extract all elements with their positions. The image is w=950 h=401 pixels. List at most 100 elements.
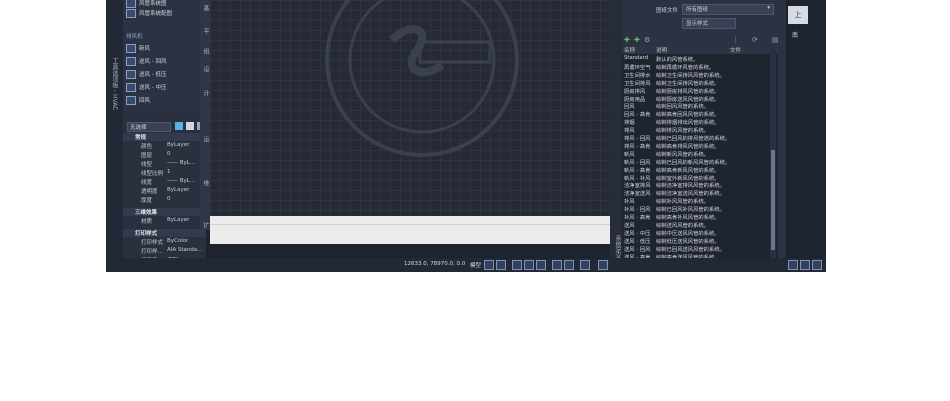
property-row[interactable]: 线型 —— ByL... bbox=[123, 160, 206, 169]
model-space-button[interactable]: 模型 bbox=[470, 261, 481, 269]
add-icon[interactable]: ✚ bbox=[624, 36, 630, 44]
palette-item-fan-1[interactable]: 送风 - 回风 bbox=[126, 57, 166, 67]
table-row[interactable]: 补风 - 回风 绘制已回风补风风管的系统。 bbox=[622, 205, 772, 213]
panel-title-strip[interactable]: 系统定义 bbox=[610, 0, 622, 272]
osnap-icon[interactable] bbox=[536, 260, 546, 270]
system-name: 卫生间排水 bbox=[624, 72, 651, 79]
panel-vertical-title: 系统定义 bbox=[614, 235, 621, 259]
gear-icon[interactable]: ⚙ bbox=[644, 36, 650, 44]
table-row[interactable]: 补风 - 高肯 绘制高肯补风风管的系统。 bbox=[622, 213, 772, 221]
table-row[interactable]: 送风 - 回风 绘制已回风送风风管的系统。 bbox=[622, 245, 772, 253]
palette-title-strip[interactable]: 工具选项板 - HVAC bbox=[106, 0, 123, 272]
system-name: 补风 - 高肯 bbox=[624, 215, 651, 221]
quick-select-icon[interactable] bbox=[175, 122, 183, 130]
coordinates-readout[interactable]: 12633.0, 78970.0, 0.0 bbox=[404, 261, 465, 267]
transparency-icon[interactable] bbox=[580, 260, 590, 270]
palette-item-duct-system[interactable]: 风管系统图 bbox=[126, 0, 167, 9]
palette-item-fan-3[interactable]: 送风 - 中压 bbox=[126, 83, 166, 93]
polar-icon[interactable] bbox=[524, 260, 534, 270]
table-row[interactable]: 送风 - 中压 绘制中压送风风管的系统。 bbox=[622, 229, 772, 237]
display-style-dropdown[interactable]: 显示样式 bbox=[682, 18, 736, 29]
table-row[interactable]: 卫生间排风 绘制卫生间排风管的系统。 bbox=[622, 79, 772, 87]
table-row[interactable]: 卫生间排水 绘制卫生间排风风管的系统。 bbox=[622, 71, 772, 79]
workspace-icon[interactable] bbox=[788, 260, 798, 270]
system-description: 绘制中压送风风管的系统。 bbox=[656, 230, 720, 237]
system-name: 补风 - 回风 bbox=[624, 207, 651, 214]
table-row[interactable]: 回风 绘制回风风管的系统。 bbox=[622, 102, 772, 110]
list-scroll-thumb[interactable] bbox=[771, 150, 775, 250]
menu-icon[interactable]: ⋮ bbox=[732, 36, 739, 44]
property-row[interactable]: 线型比例 1 bbox=[123, 169, 206, 178]
table-row[interactable]: 排风 绘制排风风管的系统。 bbox=[622, 126, 772, 134]
snap-icon[interactable] bbox=[496, 260, 506, 270]
table-row[interactable]: 洁净室排风 绘制洁净室排风风管的系统。 bbox=[622, 181, 772, 189]
side-tab-0[interactable]: 基 bbox=[201, 5, 210, 11]
palette-item-fan-0[interactable]: 新风 bbox=[126, 44, 150, 54]
property-row[interactable]: 图层 0 bbox=[123, 151, 206, 160]
table-row[interactable]: 再循环空气 绘制再循环风管的系统。 bbox=[622, 63, 772, 71]
side-tab-3[interactable]: 设 bbox=[201, 66, 210, 72]
select-objects-icon[interactable] bbox=[186, 122, 194, 130]
property-row[interactable]: 材质 ByLayer bbox=[123, 217, 206, 226]
lock-icon[interactable] bbox=[800, 260, 810, 270]
property-row[interactable]: 颜色 ByLayer bbox=[123, 142, 206, 151]
system-description: 绘制高肯排风风管的系统。 bbox=[656, 143, 720, 150]
palette-item-duct-system-drawing[interactable]: 风管系统配图 bbox=[126, 9, 172, 19]
system-description: 绘制高肯回风风管的系统。 bbox=[656, 112, 720, 119]
table-row[interactable]: 送风 - 低压 绘制低压送风风管的系统。 bbox=[622, 237, 772, 245]
table-row[interactable]: 新风 - 高肯 绘制高肯新风风管的系统。 bbox=[622, 166, 772, 174]
table-row[interactable]: 新风 绘制新风风管的系统。 bbox=[622, 150, 772, 158]
side-tab-5[interactable]: 运 bbox=[201, 136, 210, 142]
grid-icon[interactable] bbox=[484, 260, 494, 270]
column-description[interactable]: 说明 bbox=[656, 46, 667, 54]
refresh-icon[interactable]: ⟳ bbox=[752, 36, 758, 44]
table-row[interactable]: 排风 - 回风 绘制已回风的排风管道的系统。 bbox=[622, 134, 772, 142]
property-key: 线型比例 bbox=[141, 171, 164, 177]
table-row[interactable]: 补风 绘制补风风管的系统。 bbox=[622, 197, 772, 205]
table-row[interactable]: Standard 默认的风管系统。 bbox=[622, 55, 772, 63]
column-name[interactable]: 名称 bbox=[624, 46, 635, 54]
properties-section[interactable]: 常规 bbox=[123, 133, 206, 141]
system-name: 厨房用品 bbox=[624, 96, 646, 103]
property-row[interactable]: 打印样式 ByColor bbox=[123, 238, 206, 247]
selection-dropdown[interactable]: 无选择 bbox=[127, 122, 171, 132]
palette-item-fan-4[interactable]: 回风 bbox=[126, 96, 150, 106]
table-row[interactable]: 厨房排风 绘制厨房排风风管的系统。 bbox=[622, 87, 772, 95]
property-row[interactable]: 透明度 ByLayer bbox=[123, 187, 206, 196]
ortho-icon[interactable] bbox=[512, 260, 522, 270]
table-row[interactable]: 送风 绘制送风风管的系统。 bbox=[622, 221, 772, 229]
settings-icon[interactable]: ▤ bbox=[772, 36, 779, 44]
viewcube-south-label[interactable]: 南 bbox=[792, 30, 798, 39]
table-row[interactable]: 回风 - 高肯 绘制高肯回风风管的系统。 bbox=[622, 110, 772, 118]
side-tab-2[interactable]: 组 bbox=[201, 48, 210, 54]
add-copy-icon[interactable]: ✚ bbox=[634, 36, 640, 44]
properties-section[interactable]: 三维效果 bbox=[123, 208, 206, 216]
properties-section[interactable]: 打印样式 bbox=[123, 229, 206, 237]
table-row[interactable]: 排烟 绘制排烟排出风管的系统。 bbox=[622, 118, 772, 126]
properties-section-title: 常规 bbox=[135, 135, 147, 141]
property-row[interactable]: 线宽 —— ByL... bbox=[123, 178, 206, 187]
column-file[interactable]: 文件 bbox=[730, 46, 741, 54]
drawing-canvas[interactable] bbox=[210, 0, 610, 216]
side-tab-1[interactable]: 平 bbox=[201, 28, 210, 34]
table-row[interactable]: 洁净室送风 绘制洁净室送风风管的系统。 bbox=[622, 189, 772, 197]
side-tab-4[interactable]: 计 bbox=[201, 90, 210, 96]
panel-toolbar: ✚ ✚ ⚙ ⋮ ⟳ ▤ bbox=[622, 36, 784, 46]
palette-item-fan-2[interactable]: 送风 - 低压 bbox=[126, 70, 166, 80]
property-row[interactable]: 厚度 0 bbox=[123, 196, 206, 205]
table-row[interactable]: 新风 - 回风 绘制已回风的新风风管的系统。 bbox=[622, 158, 772, 166]
customize-icon[interactable] bbox=[812, 260, 822, 270]
table-row[interactable]: 厨房用品 绘制厨房送风风管的系统。 bbox=[622, 95, 772, 103]
side-tab-6[interactable]: 维 bbox=[201, 180, 210, 186]
system-description: 绘制厨房排风风管的系统。 bbox=[656, 88, 720, 95]
drawing-filter-dropdown[interactable]: 所有图纸 ▾ bbox=[682, 4, 774, 15]
otrack-icon[interactable] bbox=[552, 260, 562, 270]
lineweight-icon[interactable] bbox=[564, 260, 574, 270]
system-definition-list: 名称 说明 文件 Standard 默认的风管系统。 再循环空气 绘制再循环风管的系统… bbox=[622, 46, 778, 268]
property-row[interactable]: 打印样... AIA Standa... bbox=[123, 247, 206, 256]
table-row[interactable]: 新风 - 补风 绘制室外新风风管的系统。 bbox=[622, 174, 772, 182]
annotation-icon[interactable] bbox=[598, 260, 608, 270]
viewcube[interactable]: 上 bbox=[788, 6, 808, 24]
table-row[interactable]: 排风 - 高肯 绘制高肯排风风管的系统。 bbox=[622, 142, 772, 150]
side-tab-7[interactable]: 扩 bbox=[201, 222, 210, 228]
